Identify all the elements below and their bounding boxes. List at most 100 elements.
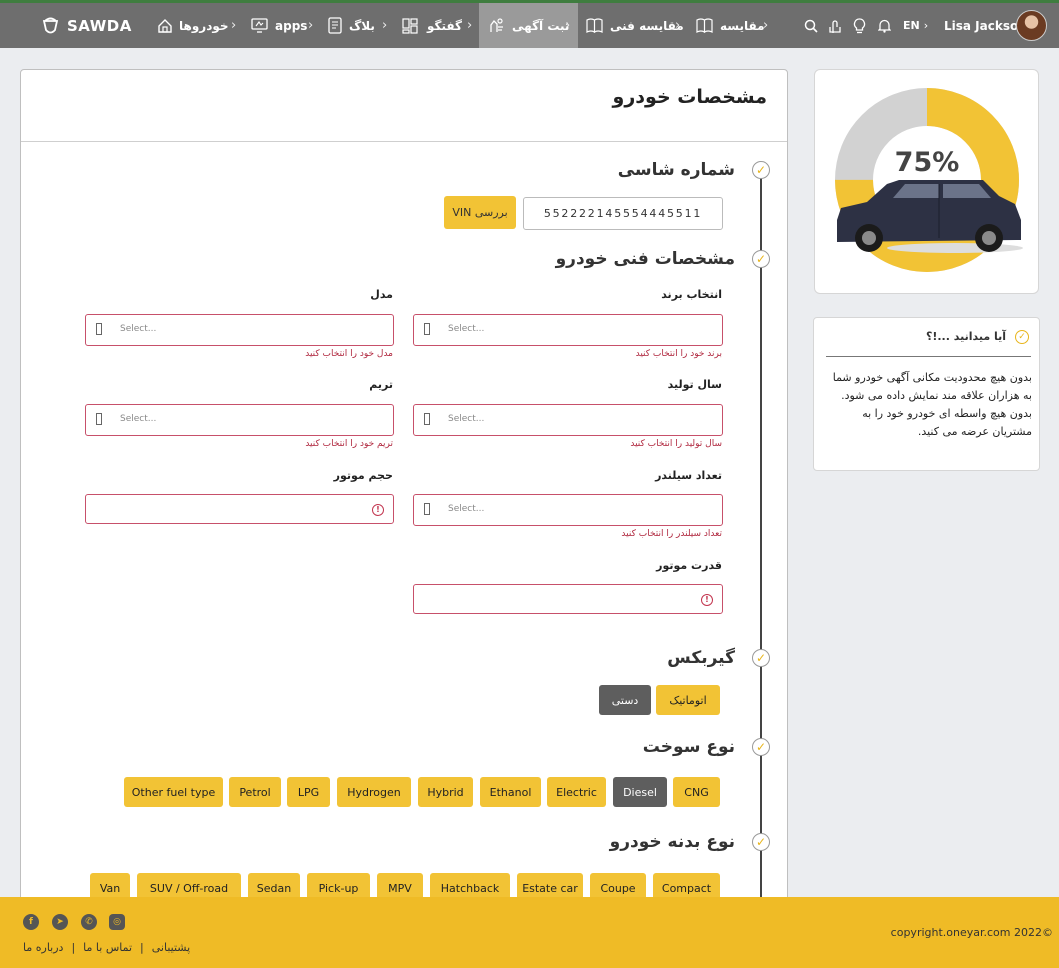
cylinders-select[interactable]: Select... — [413, 494, 723, 526]
select-placeholder: Select... — [448, 504, 485, 514]
home-icon — [158, 18, 172, 33]
footer: f ➤ ✆ ◎ پشتیبانی | تماس با ما | درباره م… — [0, 897, 1059, 968]
whatsapp-icon[interactable]: ✆ — [81, 914, 97, 930]
chevron-right-icon: › — [565, 18, 571, 33]
bell-icon — [878, 19, 891, 33]
nav-item-label: apps — [275, 18, 308, 33]
model-label: مدل — [370, 288, 393, 301]
year-error: سال تولید را انتخاب کنید — [630, 439, 722, 449]
fuel-option[interactable]: Ethanol — [480, 777, 541, 807]
check-circle-icon: ✓ — [1015, 330, 1029, 344]
progress-card: 75% — [814, 69, 1039, 294]
check-icon: ✓ — [752, 250, 770, 268]
steps-timeline — [760, 168, 762, 908]
tip-text: بدون هیچ محدودیت مکانی آگهی خودرو شما به… — [832, 371, 1032, 438]
language-switcher[interactable]: EN › — [903, 3, 928, 48]
engine-power-input[interactable]: ! — [413, 584, 723, 614]
trim-error: تریم خود را انتخاب کنید — [305, 439, 393, 449]
telegram-icon[interactable]: ➤ — [52, 914, 68, 930]
footer-separator: | — [71, 941, 76, 954]
nav-item-label: ثبت آگهی — [512, 18, 570, 33]
document-icon — [328, 17, 342, 34]
acorn-logo-icon — [42, 17, 59, 34]
fuel-option[interactable]: LPG — [287, 777, 330, 807]
chevron-right-icon: › — [308, 18, 314, 33]
nav-item-label: گفتگو — [427, 18, 463, 33]
logo[interactable]: SAWDA — [42, 3, 132, 48]
nav-item-compare[interactable]: مقایسه — [696, 3, 765, 48]
tips-button[interactable] — [853, 3, 866, 48]
chevron-right-icon: › — [675, 18, 681, 33]
fuel-option[interactable]: Electric — [547, 777, 606, 807]
facebook-icon[interactable]: f — [23, 914, 39, 930]
copyright: copyright.oneyar.com 2022© — [890, 926, 1053, 939]
touch-button[interactable] — [829, 3, 841, 48]
divider — [21, 141, 787, 142]
select-placeholder: Select... — [120, 324, 157, 334]
fuel-option[interactable]: Hybrid — [418, 777, 473, 807]
user-menu[interactable]: Lisa Jackson — [944, 3, 1027, 48]
nav-item-cars[interactable]: خودروها — [157, 3, 229, 48]
check-vin-button[interactable]: بررسی VIN — [444, 196, 516, 229]
hand-car-icon — [490, 18, 503, 32]
cursor-icon — [96, 413, 102, 425]
cursor-icon — [424, 503, 430, 515]
tip-card: ✓ آیا میدانید ...!؟ بدون هیچ محدودیت مکا… — [813, 317, 1040, 471]
user-name: Lisa Jackson — [944, 18, 1027, 33]
select-placeholder: Select... — [448, 414, 485, 424]
engine-volume-input[interactable]: ! — [85, 494, 394, 524]
section-title-gearbox: گیربکس — [667, 648, 735, 668]
nav-item-post-ad[interactable]: ثبت آگهی — [479, 3, 578, 48]
nav-item-chat[interactable]: گفتگو — [402, 3, 462, 48]
nav-item-apps[interactable]: apps — [251, 3, 307, 48]
nav-item-label: خودروها — [179, 18, 229, 33]
search-icon — [804, 19, 818, 33]
progress-label: 75% — [895, 147, 960, 178]
nav-item-blog[interactable]: بلاگ — [328, 3, 375, 48]
progress-gauge: 75% — [835, 88, 1023, 272]
nav-item-tech-compare[interactable]: مقایسه فنی — [586, 3, 684, 48]
fuel-option[interactable]: Other fuel type — [124, 777, 223, 807]
nav-item-label: مقایسه فنی — [610, 18, 684, 33]
dashboard-icon — [402, 17, 418, 34]
footer-link-contact[interactable]: تماس با ما — [83, 941, 132, 954]
notifications-button[interactable] — [878, 3, 891, 48]
cylinders-label: تعداد سیلندر — [655, 469, 722, 482]
fuel-option[interactable]: Petrol — [229, 777, 281, 807]
chevron-right-icon: › — [467, 18, 473, 33]
book-icon — [696, 18, 713, 33]
fuel-option-selected[interactable]: Diesel — [613, 777, 667, 807]
error-circle-icon: ! — [701, 594, 713, 606]
section-title-body: نوع بدنه خودرو — [609, 832, 735, 852]
book-icon — [586, 18, 603, 33]
gearbox-option-manual[interactable]: دستی — [599, 685, 651, 715]
check-icon: ✓ — [752, 161, 770, 179]
chevron-right-icon: › — [763, 18, 769, 33]
gearbox-option-automatic[interactable]: اتوماتیک — [656, 685, 720, 715]
brand-select[interactable]: Select... — [413, 314, 723, 346]
tip-title: آیا میدانید ...!؟ — [925, 330, 1006, 343]
section-title-vin: شماره شاسی — [617, 160, 735, 180]
search-button[interactable] — [804, 3, 818, 48]
brand-error: برند خود را انتخاب کنید — [635, 349, 722, 359]
vin-input[interactable]: 552222145554445511 — [523, 197, 723, 230]
page-title: مشخصات خودرو — [612, 86, 767, 108]
trim-select[interactable]: Select... — [85, 404, 394, 436]
apps-monitor-icon — [251, 18, 268, 33]
footer-link-support[interactable]: پشتیبانی — [152, 941, 190, 954]
fuel-option[interactable]: Hydrogen — [337, 777, 411, 807]
section-title-fuel: نوع سوخت — [642, 737, 735, 757]
cursor-icon — [424, 323, 430, 335]
instagram-icon[interactable]: ◎ — [109, 914, 125, 930]
model-error: مدل خود را انتخاب کنید — [305, 349, 393, 359]
fuel-option[interactable]: CNG — [673, 777, 720, 807]
language-label: EN — [903, 19, 920, 32]
model-select[interactable]: Select... — [85, 314, 394, 346]
avatar[interactable] — [1016, 10, 1047, 41]
engine-volume-label: حجم موتور — [333, 469, 393, 482]
cylinders-error: تعداد سیلندر را انتخاب کنید — [621, 529, 722, 539]
top-navbar: SAWDA خودروها › apps › بلاگ › گفتگو › ثب… — [0, 3, 1059, 48]
year-select[interactable]: Select... — [413, 404, 723, 436]
divider — [826, 356, 1031, 357]
footer-link-about[interactable]: درباره ما — [23, 941, 63, 954]
